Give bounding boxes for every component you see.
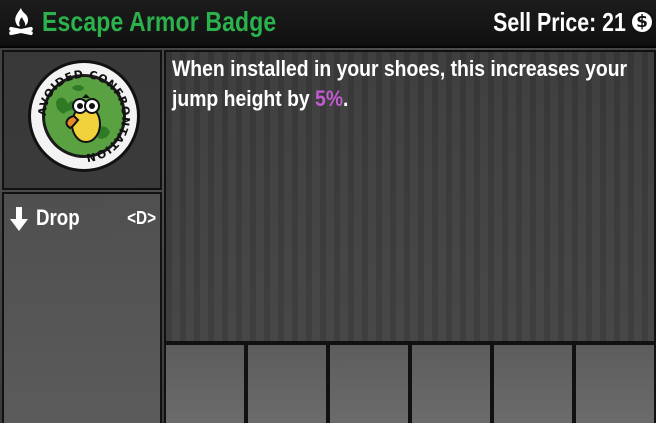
item-info-window: Escape Armor Badge Sell Price: 21 $ AVOI… [0,0,656,423]
item-title: Escape Armor Badge [42,6,277,37]
item-header: Escape Armor Badge Sell Price: 21 $ [0,0,656,48]
down-arrow-icon [10,207,28,231]
item-description: When installed in your shoes, this incre… [172,54,630,114]
mod-slot[interactable] [164,343,246,423]
dukes-coin-icon: $ [630,10,654,34]
mod-slot[interactable] [246,343,328,423]
sell-price: Sell Price: 21 [493,7,626,37]
mod-slot-row [164,343,656,423]
drop-action-keybind: <D> [127,208,156,228]
campfire-icon [9,8,33,36]
item-icon-panel: AVOIDED CONFRONTATION [2,50,162,190]
item-actions-panel: Drop <D> [2,192,162,423]
drop-action-label: Drop [36,205,80,230]
description-text: When installed in your shoes, this incre… [172,56,628,111]
drop-action-button[interactable]: Drop <D> [4,202,160,234]
avoided-confrontation-badge-icon: AVOIDED CONFRONTATION [28,60,140,172]
item-description-panel: When installed in your shoes, this incre… [164,50,656,343]
mod-slot[interactable] [574,343,656,423]
description-suffix: . [343,86,349,111]
mod-slot[interactable] [328,343,410,423]
mod-slot[interactable] [492,343,574,423]
mod-slot[interactable] [410,343,492,423]
description-highlight-value: 5% [315,86,344,111]
